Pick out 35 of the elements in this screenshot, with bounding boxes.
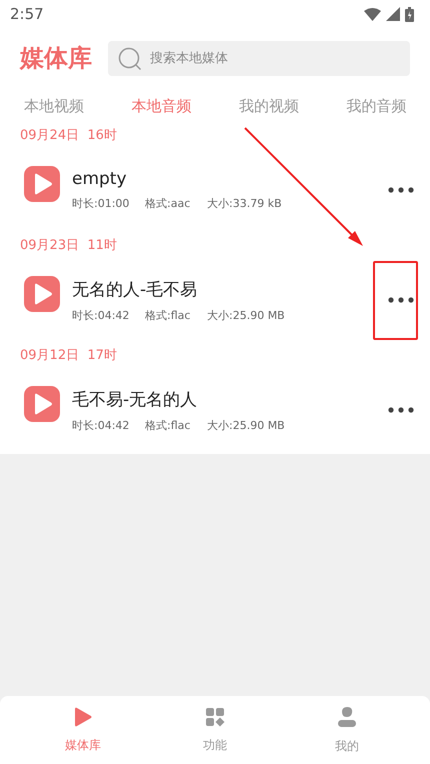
track-size: 大小:25.90 MB (207, 418, 285, 432)
date-header: 09月24日 16时 (20, 127, 117, 144)
nav-item[interactable]: 我的 (281, 696, 413, 764)
nav-item[interactable]: 功能 (149, 696, 281, 764)
battery-icon (405, 6, 414, 22)
track-size: 大小:33.79 kB (207, 196, 282, 211)
track-duration: 时长:04:42 (72, 418, 130, 432)
track-duration: 时长:01:00 (72, 196, 130, 211)
tab[interactable]: 我的音频 (346, 94, 406, 118)
track-format: 格式:flac (145, 308, 192, 322)
status-time: 2:57 (10, 5, 44, 23)
search-field[interactable]: 搜索本地媒体 (108, 40, 410, 76)
track-format: 格式:flac (145, 418, 192, 432)
track-format: 格式:aac (145, 196, 192, 211)
tab[interactable]: 我的视频 (238, 94, 299, 118)
track-title: 毛不易-无名的人 (72, 388, 198, 410)
track-duration: 时长:04:42 (72, 308, 130, 322)
person-icon (337, 706, 357, 728)
grid-icon (205, 706, 225, 726)
more-icon (388, 407, 414, 413)
date-header: 09月12日 17时 (20, 347, 117, 364)
wifi-icon (364, 8, 381, 20)
track-size: 大小:25.90 MB (207, 308, 285, 322)
play-icon (73, 706, 93, 726)
more-icon (388, 187, 414, 193)
search-icon (118, 46, 142, 70)
nav-item[interactable]: 媒体库 (17, 696, 149, 764)
page-title: 媒体库 (20, 43, 92, 74)
tab[interactable]: 本地音频 (131, 94, 192, 118)
track-title: 无名的人-毛不易 (72, 278, 198, 300)
tab[interactable]: 本地视频 (24, 94, 84, 118)
date-header: 09月23日 11时 (20, 237, 117, 254)
track-title: empty (72, 169, 128, 189)
more-icon (388, 297, 414, 303)
signal-icon (386, 7, 400, 21)
